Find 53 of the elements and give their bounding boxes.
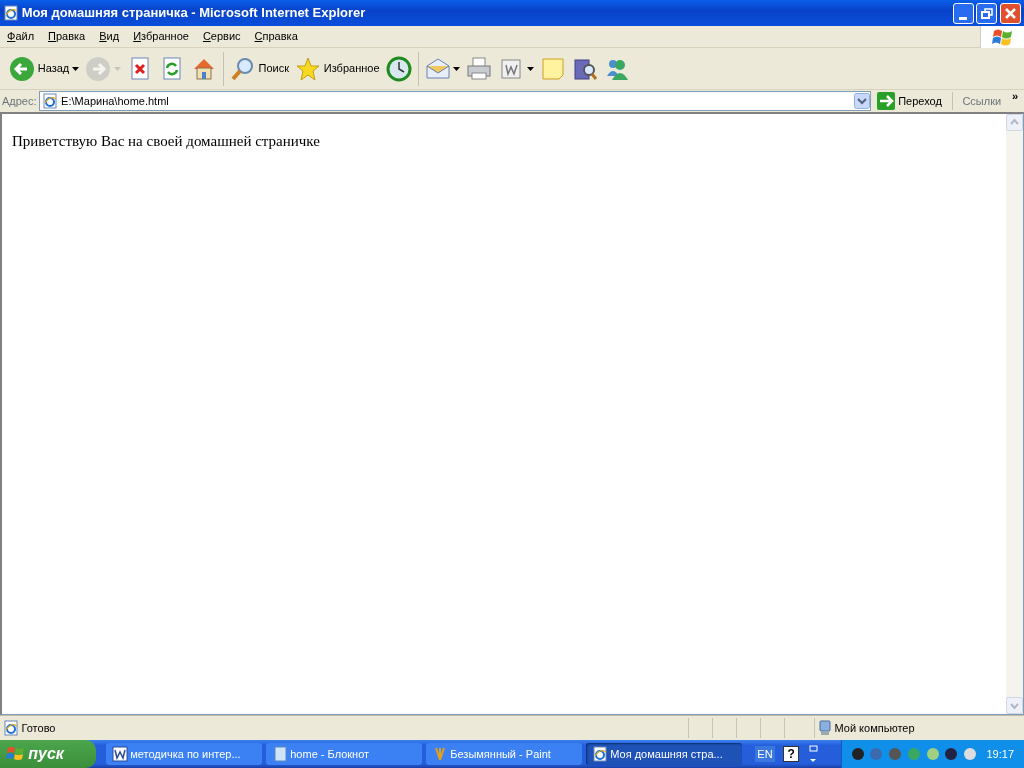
minimize-icon xyxy=(959,16,967,20)
menu-item[interactable]: Справка xyxy=(247,28,305,45)
note-icon xyxy=(540,55,566,82)
arrow-right-icon xyxy=(877,92,896,110)
menu-item[interactable]: Правка xyxy=(41,28,93,45)
minimize-button[interactable] xyxy=(952,2,974,24)
taskbar-button[interactable]: методичка по интер... xyxy=(105,743,262,765)
windows-logo-icon xyxy=(5,745,26,763)
restore-bar-icon[interactable] xyxy=(806,744,819,764)
links-button[interactable]: Ссылки xyxy=(958,92,1006,110)
menu-item[interactable]: Вид xyxy=(92,28,127,45)
address-label: Адрес: xyxy=(2,93,37,109)
address-field[interactable]: E:\Марина\home.html xyxy=(39,91,871,111)
restore-button[interactable] xyxy=(976,2,998,24)
computer-icon xyxy=(817,720,832,736)
help-button[interactable]: ? xyxy=(783,746,799,762)
go-button[interactable]: Переход xyxy=(873,92,946,110)
language-indicator[interactable]: EN xyxy=(754,745,776,763)
toolbar-button[interactable]: Избранное xyxy=(292,53,383,84)
scroll-up-icon[interactable] xyxy=(1006,114,1023,131)
caret-icon xyxy=(72,66,80,71)
notepad-icon xyxy=(271,746,288,762)
scroll-down-icon[interactable] xyxy=(1006,697,1023,714)
star-icon xyxy=(295,55,321,82)
scrollbar[interactable] xyxy=(1006,114,1023,714)
page-icon xyxy=(3,5,19,21)
status-text: Готово xyxy=(21,720,56,736)
page-icon xyxy=(42,93,59,109)
caret-icon xyxy=(453,66,461,71)
taskbar-button[interactable]: Безымянный - Paint xyxy=(425,743,582,765)
start-button[interactable]: пуск xyxy=(0,740,96,768)
toolbar-button[interactable]: Назад xyxy=(6,53,83,84)
toolbar-button[interactable]: Поиск xyxy=(226,53,292,84)
clock: 19:17 xyxy=(986,746,1014,762)
menu-item[interactable]: Файл xyxy=(0,28,42,45)
zone-text: Мой компьютер xyxy=(834,720,915,736)
restore-icon xyxy=(980,7,993,19)
page-icon xyxy=(2,720,19,736)
page-text: Приветствую Вас на своей домашней страничке xyxy=(11,132,321,151)
caret-icon xyxy=(527,66,534,71)
taskbar-button[interactable]: home - Блокнот xyxy=(265,743,422,765)
document-icon xyxy=(111,746,128,762)
window-title: Моя домашняя страничка - Microsoft Internet Explorer xyxy=(21,4,367,23)
more-button[interactable]: » xyxy=(1007,90,1022,102)
page-icon xyxy=(591,746,608,762)
close-button[interactable] xyxy=(1000,2,1021,24)
menu-item[interactable]: Сервис xyxy=(195,28,248,45)
taskbar-button[interactable]: Моя домашняя стра... xyxy=(585,743,742,765)
search-icon xyxy=(229,55,256,82)
close-icon xyxy=(1005,7,1016,19)
caret-icon xyxy=(113,66,121,71)
history-icon xyxy=(385,55,412,82)
menu-item[interactable]: Избранное xyxy=(126,28,196,45)
